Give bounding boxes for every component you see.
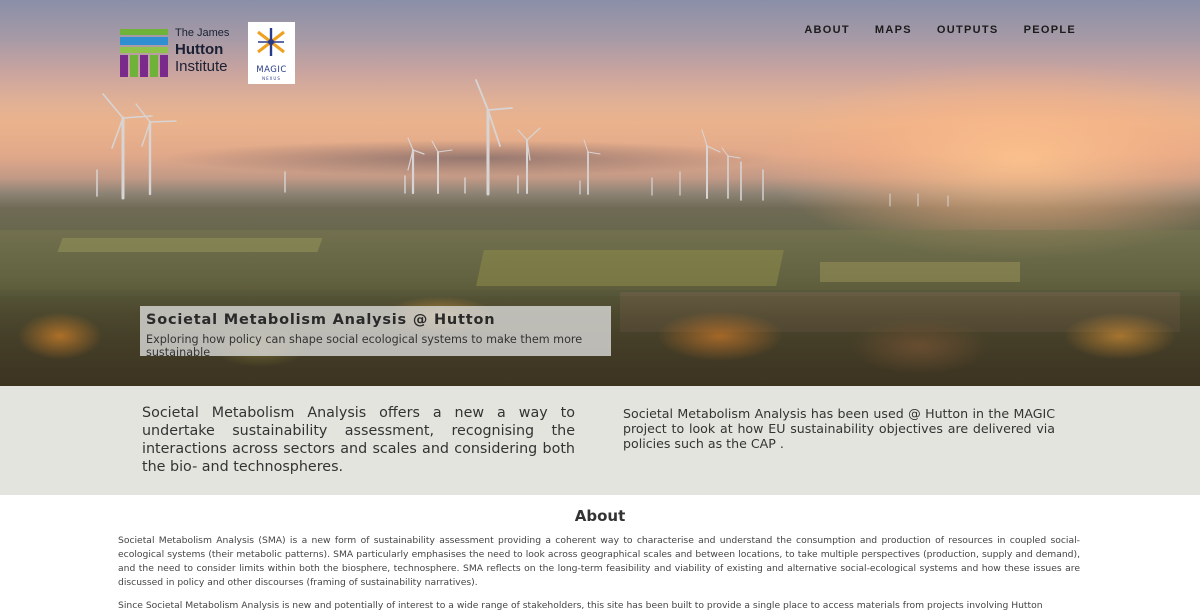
magic-nexus-logo[interactable]: MAGIC NEXUS bbox=[248, 22, 295, 84]
turbine-blades bbox=[583, 139, 601, 155]
hutton-logo-icon bbox=[120, 29, 168, 77]
hutton-institute-logo[interactable]: The James Hutton Institute bbox=[120, 26, 230, 80]
turbine-blades bbox=[701, 129, 721, 153]
intro-left-text: Societal Metabolism Analysis offers a ne… bbox=[142, 405, 575, 475]
intro-band: Societal Metabolism Analysis offers a ne… bbox=[0, 386, 1200, 495]
hero-subtitle: Exploring how policy can shape social ec… bbox=[146, 333, 583, 359]
magic-logo-sub: NEXUS bbox=[262, 76, 281, 81]
hero-title: Societal Metabolism Analysis @ Hutton bbox=[146, 312, 496, 328]
magic-logo-icon bbox=[257, 28, 285, 56]
about-heading: About bbox=[574, 507, 626, 525]
nav-maps[interactable]: MAPS bbox=[875, 24, 912, 36]
intro-right-text: Societal Metabolism Analysis has been us… bbox=[623, 406, 1055, 451]
nav-outputs[interactable]: OUTPUTS bbox=[937, 24, 999, 36]
about-paragraph: Since Societal Metabolism Analysis is ne… bbox=[118, 600, 1043, 610]
hutton-logo-line3: Institute bbox=[175, 58, 228, 75]
turbine-blades bbox=[721, 147, 741, 159]
turbine-blades bbox=[475, 79, 513, 147]
hutton-logo-text: The James Hutton Institute bbox=[175, 27, 230, 75]
about-paragraph: Societal Metabolism Analysis (SMA) is a … bbox=[118, 535, 1080, 588]
nav-about[interactable]: ABOUT bbox=[804, 24, 850, 36]
nav-people[interactable]: PEOPLE bbox=[1024, 24, 1076, 36]
turbine-blades bbox=[407, 137, 425, 171]
hero-caption: Societal Metabolism Analysis @ Hutton Ex… bbox=[140, 306, 611, 359]
turbine-blades bbox=[431, 140, 453, 153]
main-nav: ABOUT MAPS OUTPUTS PEOPLE bbox=[804, 24, 1076, 36]
hutton-logo-line1: The James bbox=[175, 27, 230, 39]
magic-logo-word: MAGIC bbox=[256, 65, 287, 75]
turbine-blades bbox=[517, 127, 541, 161]
hutton-logo-line2: Hutton bbox=[175, 41, 224, 58]
turbine-blades bbox=[135, 103, 177, 147]
